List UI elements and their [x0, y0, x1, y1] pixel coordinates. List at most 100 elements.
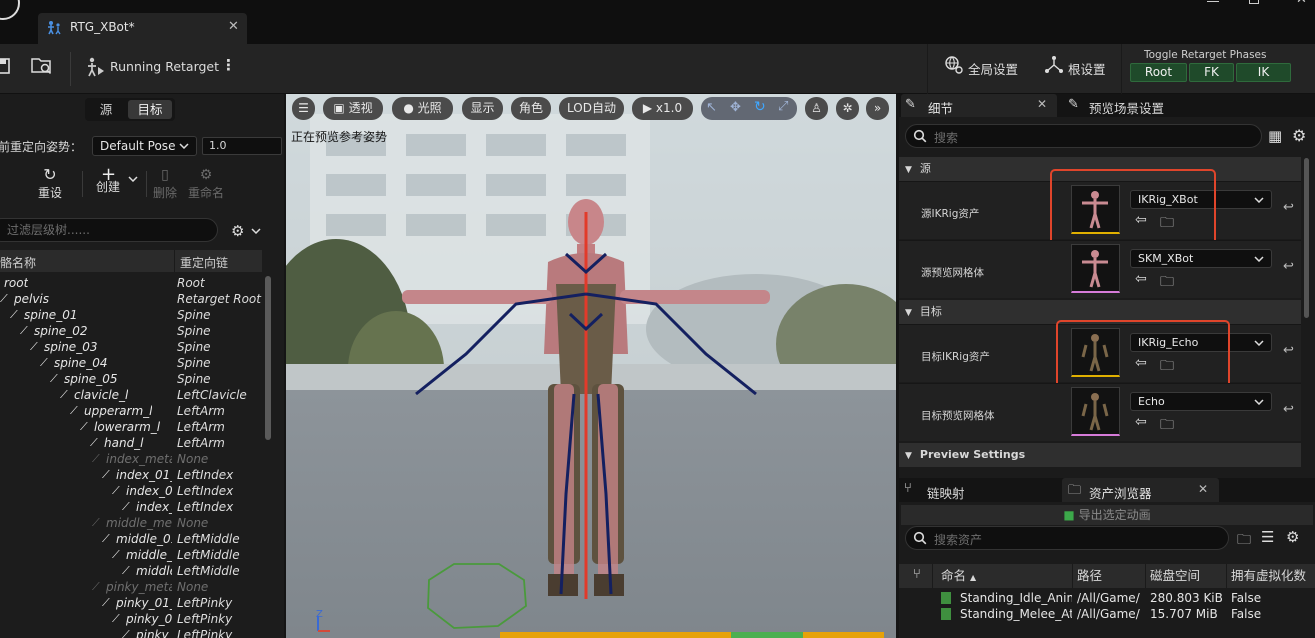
- tree-row[interactable]: ⟋ pinky_(LeftPinky: [0, 628, 262, 638]
- global-settings-button[interactable]: 全局设置: [968, 59, 1018, 78]
- section-preview-settings[interactable]: ▼ Preview Settings: [899, 443, 1301, 467]
- scale-tool-icon[interactable]: ⤢: [778, 99, 788, 114]
- details-search-input[interactable]: 搜索: [905, 124, 1262, 148]
- column-disk-size[interactable]: 磁盘空间: [1150, 564, 1200, 588]
- tree-row[interactable]: ⟋ index_02 LeftIndex: [0, 484, 262, 500]
- retarget-pose-dropdown[interactable]: Default Pose: [92, 136, 197, 156]
- tree-row[interactable]: ⟋ hand_l LeftArm: [0, 436, 262, 452]
- pivot-button[interactable]: ♙: [805, 97, 828, 120]
- tab-asset-browser[interactable]: 🗀 资产浏览器 ✕: [1062, 478, 1219, 502]
- more-viewport-options[interactable]: »: [866, 97, 889, 120]
- more-options-icon[interactable]: ⋮: [221, 56, 236, 74]
- tab-preview-scene[interactable]: ✎ 预览场景设置: [1065, 94, 1225, 117]
- phase-ik-toggle[interactable]: IK: [1236, 63, 1291, 82]
- move-tool-icon[interactable]: ✥: [730, 100, 741, 115]
- tree-row[interactable]: ⟋ pinky_metac None: [0, 580, 262, 596]
- browse-asset-icon[interactable]: 🗀: [1160, 414, 1174, 438]
- viewport[interactable]: ☰ ▣ 透视 ● 光照 显示 角色 LOD自动 ▶ x1.0 ↖ ✥ ↻ ⤢ ♙…: [286, 94, 896, 638]
- tree-row[interactable]: ⟋rootRoot: [0, 276, 262, 292]
- tree-row[interactable]: ⟋ lowerarm_l LeftArm: [0, 420, 262, 436]
- show-button[interactable]: 显示: [462, 97, 503, 120]
- gear-icon[interactable]: ⚙: [1286, 528, 1299, 546]
- close-tab-icon[interactable]: ✕: [228, 19, 239, 34]
- tree-row[interactable]: ⟋ spine_04 Spine: [0, 356, 262, 372]
- create-button[interactable]: + 创建: [92, 164, 142, 200]
- lit-button[interactable]: ● 光照: [392, 97, 453, 120]
- tree-row[interactable]: ⟋ index_metac None: [0, 452, 262, 468]
- target-mesh-thumbnail[interactable]: [1071, 387, 1120, 436]
- rotate-tool-icon[interactable]: ↻: [754, 99, 766, 115]
- hierarchy-filter-input[interactable]: 过滤层级树......: [0, 218, 218, 242]
- reset-button[interactable]: ↻ 重设: [30, 166, 70, 201]
- save-icon[interactable]: [0, 57, 10, 75]
- column-name[interactable]: 命名 ▲: [941, 564, 976, 588]
- close-icon[interactable]: ✕: [1198, 482, 1208, 496]
- tree-row[interactable]: ⟋ spine_01 Spine: [0, 308, 262, 324]
- tree-row[interactable]: ⟋ middle_metac None: [0, 516, 262, 532]
- asset-tab[interactable]: RTG_XBot* ✕: [38, 13, 247, 44]
- hierarchy-settings-button[interactable]: ⚙: [231, 222, 265, 240]
- pose-blend-field[interactable]: 1.0: [202, 137, 282, 155]
- tree-row[interactable]: ⟋ pinky_01_l LeftPinky: [0, 596, 262, 612]
- tree-row[interactable]: ⟋ spine_05 Spine: [0, 372, 262, 388]
- asset-row[interactable]: Standing_Melee_Att /All/Game/ 15.707 MiB…: [899, 606, 1315, 622]
- asset-row[interactable]: Standing_Idle_Anim /All/Game/ 280.803 Ki…: [899, 590, 1315, 606]
- filter-icon[interactable]: ☰: [1261, 528, 1274, 546]
- tree-row[interactable]: ⟋ upperarm_l LeftArm: [0, 404, 262, 420]
- tree-row[interactable]: ⟋ pinky_02 LeftPinky: [0, 612, 262, 628]
- source-mesh-dropdown[interactable]: SKM_XBot: [1130, 249, 1272, 268]
- select-tool-icon[interactable]: ↖: [706, 100, 717, 115]
- use-selected-asset-icon[interactable]: ⇦: [1135, 271, 1147, 287]
- use-selected-asset-icon[interactable]: ⇦: [1135, 414, 1147, 430]
- column-virtualized[interactable]: 拥有虚拟化数: [1231, 564, 1306, 588]
- column-retarget-chain[interactable]: 重定向链: [180, 254, 228, 271]
- running-retarget-label[interactable]: Running Retarget: [110, 59, 219, 74]
- asset-search-input[interactable]: 搜索资产: [905, 526, 1229, 550]
- browse-asset-icon[interactable]: [30, 56, 54, 76]
- bone-chain: Retarget Root: [177, 292, 261, 306]
- tree-row[interactable]: ⟋ index_(LeftIndex: [0, 500, 262, 516]
- snap-button[interactable]: ✲: [836, 97, 859, 120]
- perspective-button[interactable]: ▣ 透视: [323, 97, 383, 120]
- reset-to-default-icon[interactable]: ↩: [1283, 402, 1294, 417]
- details-scrollbar[interactable]: [1304, 158, 1309, 318]
- table-view-icon[interactable]: ▦: [1268, 127, 1282, 145]
- browse-asset-icon[interactable]: 🗀: [1160, 271, 1174, 295]
- folder-icon[interactable]: 🗀: [1237, 529, 1251, 553]
- tree-row[interactable]: ⟋ clavicle_l LeftClavicle: [0, 388, 262, 404]
- close-window-icon[interactable]: ✕: [1296, 0, 1307, 7]
- maximize-icon[interactable]: [1249, 0, 1259, 4]
- source-mesh-thumbnail[interactable]: [1071, 244, 1120, 293]
- tree-row[interactable]: ⟋ spine_02 Spine: [0, 324, 262, 340]
- viewport-menu-button[interactable]: ☰: [292, 97, 315, 120]
- export-animation-label: 导出选定动画: [1078, 508, 1151, 522]
- phase-fk-toggle[interactable]: FK: [1189, 63, 1234, 82]
- column-path[interactable]: 路径: [1077, 564, 1102, 588]
- column-bone-name[interactable]: 骨骼名称: [0, 254, 36, 271]
- character-button[interactable]: 角色: [511, 97, 551, 120]
- root-settings-button[interactable]: 根设置: [1068, 59, 1106, 78]
- tree-row[interactable]: ⟋ middle LeftMiddle: [0, 564, 262, 580]
- tree-row[interactable]: ⟋ middle_01_l LeftMiddle: [0, 532, 262, 548]
- tree-row[interactable]: ⟋ pelvis Retarget Root: [0, 292, 262, 308]
- tree-row[interactable]: ⟋ index_01_l LeftIndex: [0, 468, 262, 484]
- tree-row[interactable]: ⟋ middle_0 LeftMiddle: [0, 548, 262, 564]
- target-mesh-dropdown[interactable]: Echo: [1130, 392, 1272, 411]
- reset-to-default-icon[interactable]: ↩: [1283, 259, 1294, 274]
- tab-target[interactable]: 目标: [128, 100, 172, 119]
- phase-root-toggle[interactable]: Root: [1130, 63, 1187, 82]
- export-animation-button[interactable]: ■ 导出选定动画: [901, 505, 1313, 525]
- close-icon[interactable]: ✕: [1037, 97, 1047, 111]
- hierarchy-toggle-icon[interactable]: ⑂: [913, 567, 921, 582]
- reset-to-default-icon[interactable]: ↩: [1283, 200, 1294, 215]
- hierarchy-scrollbar[interactable]: [265, 276, 271, 440]
- tab-chain-mapping[interactable]: ⑂ 链映射: [901, 478, 1051, 502]
- tab-source[interactable]: 源: [88, 100, 124, 119]
- reset-to-default-icon[interactable]: ↩: [1283, 343, 1294, 358]
- gear-icon[interactable]: ⚙: [1292, 126, 1306, 145]
- playback-speed-button[interactable]: ▶ x1.0: [632, 97, 693, 120]
- tab-details[interactable]: ✎ 细节 ✕: [901, 94, 1057, 117]
- lod-button[interactable]: LOD自动: [559, 97, 624, 120]
- minimize-icon[interactable]: [1207, 1, 1219, 2]
- tree-row[interactable]: ⟋ spine_03 Spine: [0, 340, 262, 356]
